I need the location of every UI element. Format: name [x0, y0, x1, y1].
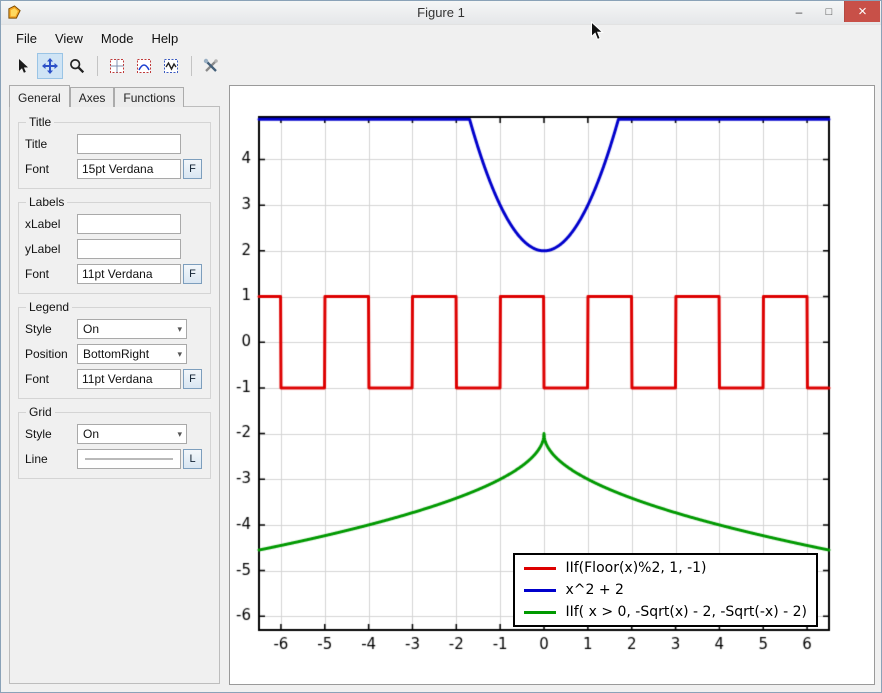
- title-group-legend: Title: [26, 115, 55, 129]
- legend-line-sample-red: [524, 566, 557, 570]
- subplots-grid-icon: [110, 59, 124, 73]
- grid-style-select[interactable]: On ▾: [77, 424, 187, 444]
- legend-line-sample-blue: [524, 588, 557, 592]
- labels-group: Labels xLabel yLabel Font F: [18, 195, 211, 294]
- title-group: Title Title Font F: [18, 115, 211, 189]
- minimize-button[interactable]: –: [784, 1, 814, 22]
- legend-style-value: On: [83, 322, 100, 336]
- legend-font-button[interactable]: F: [183, 369, 202, 389]
- tab-general[interactable]: General: [9, 85, 70, 107]
- toolbar-separator: [191, 56, 192, 76]
- legend-entry-label: x^2 + 2: [565, 582, 624, 598]
- grid-style-value: On: [83, 427, 100, 441]
- grid-group: Grid Style On ▾ Line L: [18, 405, 211, 479]
- menu-help[interactable]: Help: [142, 28, 187, 49]
- pan-tool-button[interactable]: [37, 53, 63, 79]
- tools-icon: [203, 58, 218, 72]
- grid-style-label: Style: [25, 427, 52, 441]
- grid-line-button[interactable]: L: [183, 449, 202, 469]
- tab-page-general: Title Title Font F Labels xLabel: [9, 106, 220, 684]
- tab-axes[interactable]: Axes: [69, 87, 115, 107]
- legend-position-select[interactable]: BottomRight ▾: [77, 344, 187, 364]
- pan-icon: [42, 58, 58, 74]
- chevron-down-icon: ▾: [177, 348, 182, 359]
- tab-strip: General Axes Functions: [9, 85, 220, 107]
- title-font-input[interactable]: [77, 159, 181, 179]
- labels-font-input[interactable]: [77, 264, 181, 284]
- maximize-button[interactable]: □: [814, 1, 844, 22]
- legend-entry: x^2 + 2: [524, 579, 807, 601]
- menu-file[interactable]: File: [7, 28, 46, 49]
- settings-panel: General Axes Functions Title Title Font …: [9, 85, 220, 684]
- grid-line-label: Line: [25, 452, 48, 466]
- plot-panel: IIf(Floor(x)%2, 1, -1) x^2 + 2 IIf( x > …: [229, 85, 875, 685]
- toolbar-separator: [97, 56, 98, 76]
- tab-functions[interactable]: Functions: [114, 87, 185, 107]
- xlabel-input[interactable]: [77, 214, 181, 234]
- menu-mode[interactable]: Mode: [92, 28, 143, 49]
- legend-entry: IIf(Floor(x)%2, 1, -1): [524, 557, 807, 579]
- legend-group-legend: Legend: [26, 300, 73, 314]
- zoom-region-button[interactable]: [131, 53, 157, 79]
- legend-entry: IIf( x > 0, -Sqrt(x) - 2, -Sqrt(-x) - 2): [524, 601, 807, 623]
- app-window: Figure 1 – □ × File View Mode Help Gener…: [0, 0, 882, 693]
- labels-font-label: Font: [25, 267, 50, 281]
- subplots-grid-button[interactable]: [104, 53, 130, 79]
- tools-button[interactable]: [198, 53, 224, 79]
- zoom-region-icon: [137, 59, 151, 73]
- legend-style-select[interactable]: On ▾: [77, 319, 187, 339]
- title-input[interactable]: [77, 134, 181, 154]
- grid-line-preview[interactable]: [77, 449, 181, 469]
- menu-view[interactable]: View: [46, 28, 92, 49]
- legend-entry-label: IIf( x > 0, -Sqrt(x) - 2, -Sqrt(-x) - 2): [565, 604, 807, 620]
- plot-legend: IIf(Floor(x)%2, 1, -1) x^2 + 2 IIf( x > …: [513, 553, 818, 627]
- pointer-icon: [19, 59, 28, 73]
- fit-region-button[interactable]: [158, 53, 184, 79]
- chevron-down-icon: ▾: [177, 323, 182, 334]
- menubar: File View Mode Help: [1, 25, 881, 51]
- ylabel-input[interactable]: [77, 239, 181, 259]
- title-font-button[interactable]: F: [183, 159, 202, 179]
- chevron-down-icon: ▾: [177, 428, 182, 439]
- legend-line-sample-green: [524, 610, 557, 614]
- window-controls: – □ ×: [784, 1, 880, 22]
- ylabel-field-label: yLabel: [25, 242, 61, 256]
- grid-line-sample: [85, 458, 173, 460]
- titlebar: Figure 1 – □ ×: [1, 1, 881, 25]
- toolbar: [1, 51, 881, 81]
- zoom-icon: [70, 59, 85, 74]
- labels-group-legend: Labels: [26, 195, 68, 209]
- fit-region-icon: [164, 59, 178, 73]
- legend-position-value: BottomRight: [83, 347, 150, 361]
- legend-entry-label: IIf(Floor(x)%2, 1, -1): [565, 560, 707, 576]
- labels-font-button[interactable]: F: [183, 264, 202, 284]
- app-logo-icon: [8, 5, 21, 19]
- title-field-label: Title: [25, 137, 48, 151]
- legend-style-label: Style: [25, 322, 52, 336]
- legend-font-input[interactable]: [77, 369, 181, 389]
- window-title: Figure 1: [417, 5, 465, 20]
- pointer-tool-button[interactable]: [10, 53, 36, 79]
- client-area: General Axes Functions Title Title Font …: [1, 81, 881, 692]
- legend-group: Legend Style On ▾ Position BottomRight ▾: [18, 300, 211, 399]
- zoom-tool-button[interactable]: [64, 53, 90, 79]
- title-font-label: Font: [25, 162, 50, 176]
- legend-font-label: Font: [25, 372, 50, 386]
- legend-position-label: Position: [25, 347, 68, 361]
- grid-group-legend: Grid: [26, 405, 55, 419]
- close-button[interactable]: ×: [844, 1, 880, 22]
- xlabel-field-label: xLabel: [25, 217, 61, 231]
